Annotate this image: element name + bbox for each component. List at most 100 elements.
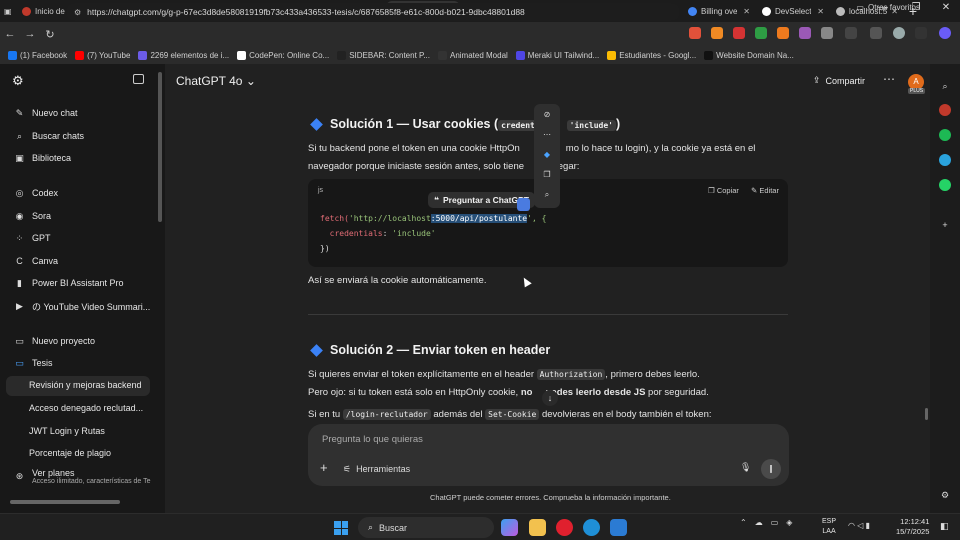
copy-code-button[interactable]: ❐ Copiar [708, 186, 739, 195]
close-tab-icon[interactable]: ✕ [743, 7, 750, 16]
code-line-2[interactable]: credentials: 'include' [320, 229, 436, 238]
prompt-input[interactable]: Pregunta lo que quieras [322, 434, 423, 445]
opera-icon[interactable] [556, 519, 573, 536]
bookmark-item[interactable]: Website Domain Na... [704, 50, 794, 60]
file-explorer-icon[interactable] [529, 519, 546, 536]
sidebar-horizontal-scrollbar[interactable] [10, 500, 120, 504]
close-tab-icon[interactable]: ✕ [817, 7, 824, 16]
sidebar-gpt-item[interactable]: ▮ Power BI Assistant Pro [14, 274, 124, 292]
sidebar-gpt-item[interactable]: C Canva [14, 252, 58, 270]
onedrive-icon[interactable]: ☁ [755, 518, 763, 527]
search-icon[interactable]: ⌕ [541, 190, 553, 200]
downloads-icon[interactable] [870, 27, 882, 39]
new-project-button[interactable]: ▭ Nuevo proyecto [14, 332, 95, 350]
telegram-icon[interactable] [939, 154, 951, 166]
sidebar-gpt-item[interactable]: ◉ Sora [14, 207, 51, 225]
sidebar-item[interactable]: ✎ Nuevo chat [14, 104, 78, 122]
sidebar-chat-item[interactable]: Acceso denegado reclutad... [29, 403, 143, 413]
forward-icon[interactable]: → [20, 28, 40, 40]
profile-avatar-icon[interactable] [893, 27, 905, 39]
more-icon[interactable]: ⋯ [541, 130, 553, 139]
bookmark-item[interactable]: SIDEBAR: Content P... [337, 50, 430, 60]
sidebar-gpt-item[interactable]: ⁘ GPT [14, 229, 51, 247]
extensions-puzzle-icon[interactable] [821, 27, 833, 39]
spotify-icon[interactable] [939, 129, 951, 141]
add-sidebar-app-icon[interactable]: + [939, 219, 951, 231]
openai-logo-icon[interactable]: ⚙ [12, 73, 24, 89]
tools-button[interactable]: ⚟ Herramientas [343, 464, 410, 475]
chevron-up-icon[interactable]: ⌃ [740, 518, 747, 527]
extension-icon-5[interactable] [777, 27, 789, 39]
translate-badge-icon[interactable] [517, 198, 530, 211]
tools-icon: ⚟ [343, 464, 352, 474]
voice-mode-button[interactable]: ∥ [761, 459, 781, 479]
code-line-3[interactable]: }) [320, 244, 330, 253]
code-line-1[interactable]: fetch('http://localhost:5000/api/postula… [320, 214, 546, 223]
sidebar-scrollbar[interactable] [158, 72, 162, 222]
more-options-icon[interactable]: ⋯ [883, 72, 895, 86]
close-window-button[interactable]: ✕ [936, 2, 956, 13]
microphone-icon[interactable]: 🎙 [740, 462, 751, 473]
extension-icon-1[interactable] [689, 27, 701, 39]
search-icon[interactable]: ⌕ [939, 80, 951, 92]
sidebar-toggle-icon[interactable] [845, 27, 857, 39]
main-scrollbar[interactable] [925, 408, 928, 420]
view-plans-button[interactable]: ⊛ Ver planes Acceso ilimitado, caracterí… [14, 468, 151, 486]
model-selector[interactable]: ChatGPT 4o ⌄ [176, 74, 256, 88]
copilot-app-icon[interactable] [501, 519, 518, 536]
project-tesis[interactable]: ▭ Tesis [14, 354, 52, 372]
add-attachment-icon[interactable]: + [320, 460, 328, 475]
sidebar-item[interactable]: ▣ Biblioteca [14, 149, 71, 167]
reload-icon[interactable]: ↻ [40, 28, 60, 41]
sidebar-item[interactable]: ⌕ Buscar chats [14, 127, 84, 145]
other-bookmarks[interactable]: ▭ Otros favoritos [856, 3, 920, 12]
language-indicator[interactable]: ESP LAA [822, 517, 836, 537]
code-language: js [318, 187, 324, 194]
sidebar-gpt-item[interactable]: ▶ の YouTube Video Summari... [14, 297, 150, 315]
copy-icon[interactable]: ❐ [541, 170, 553, 179]
hide-icon[interactable]: ⊘ [541, 110, 553, 119]
bookmark-item[interactable]: Animated Modal [437, 50, 508, 60]
browser-tab[interactable]: Billing ove ✕ [682, 1, 756, 21]
sidebar-chat-item[interactable]: JWT Login y Rutas [29, 426, 105, 436]
sidebar-chat-item[interactable]: Revisión y mejoras backend [29, 380, 142, 390]
bookmark-item[interactable]: Estudiantes - Googl... [607, 50, 696, 60]
shield-icon[interactable]: ◈ [786, 518, 792, 527]
sidebar-chat-item[interactable]: Porcentaje de plagio [29, 448, 111, 458]
windows-start-icon[interactable] [334, 521, 348, 535]
tab-favicon-icon [762, 6, 771, 16]
scroll-down-button[interactable]: ↓ [542, 390, 558, 406]
extension-icon-2[interactable] [711, 27, 723, 39]
back-icon[interactable]: ← [0, 28, 20, 40]
site-info-icon[interactable]: ⚙ [74, 8, 81, 17]
bookmark-item[interactable]: 2269 elementos de i... [138, 50, 229, 60]
vscode-icon[interactable] [610, 519, 627, 536]
notifications-icon[interactable]: ◧ [940, 521, 949, 532]
translate-icon[interactable]: ◆ [541, 150, 553, 159]
edge-browser-icon[interactable] [583, 519, 600, 536]
bookmark-item[interactable]: (1) Facebook [8, 50, 67, 60]
battery-saver-icon[interactable]: ▭ [771, 518, 779, 527]
extension-icon-4[interactable] [755, 27, 767, 39]
bookmark-item[interactable]: CodePen: Online Co... [237, 50, 329, 60]
copilot-icon[interactable] [939, 27, 951, 39]
sidebar-gpt-item[interactable]: ◎ Codex [14, 184, 58, 202]
browser-tab[interactable]: DevSelect ✕ [756, 1, 830, 21]
edit-code-button[interactable]: ✎ Editar [751, 186, 779, 195]
taskbar-search[interactable]: ⌕ Buscar [358, 517, 494, 538]
edge-tool-icon[interactable] [939, 104, 951, 116]
bookmarks-bar: (1) Facebook (7) YouTube 2269 elementos de… [0, 46, 960, 64]
extension-icon-3[interactable] [733, 27, 745, 39]
wifi-icon[interactable]: ◠ ◁ ▮ [848, 521, 870, 530]
extension-icon-6[interactable] [799, 27, 811, 39]
bookmark-item[interactable]: Meraki UI Tailwind... [515, 50, 599, 60]
clock[interactable]: 12:12:41 15/7/2025 [896, 517, 929, 537]
whatsapp-icon[interactable] [939, 179, 951, 191]
bookmark-item[interactable]: (7) YouTube [75, 50, 130, 60]
browser-menu-icon[interactable] [915, 27, 927, 39]
settings-gear-icon[interactable]: ⚙ [939, 489, 951, 501]
share-button[interactable]: ⇪ Compartir [813, 75, 865, 86]
close-sidebar-icon[interactable] [133, 74, 144, 84]
url-bar[interactable]: ⚙ https://chatgpt.com/g/g-p-67ec3d8de580… [66, 3, 680, 21]
tab-actions-icon[interactable]: ▣ [4, 7, 16, 16]
